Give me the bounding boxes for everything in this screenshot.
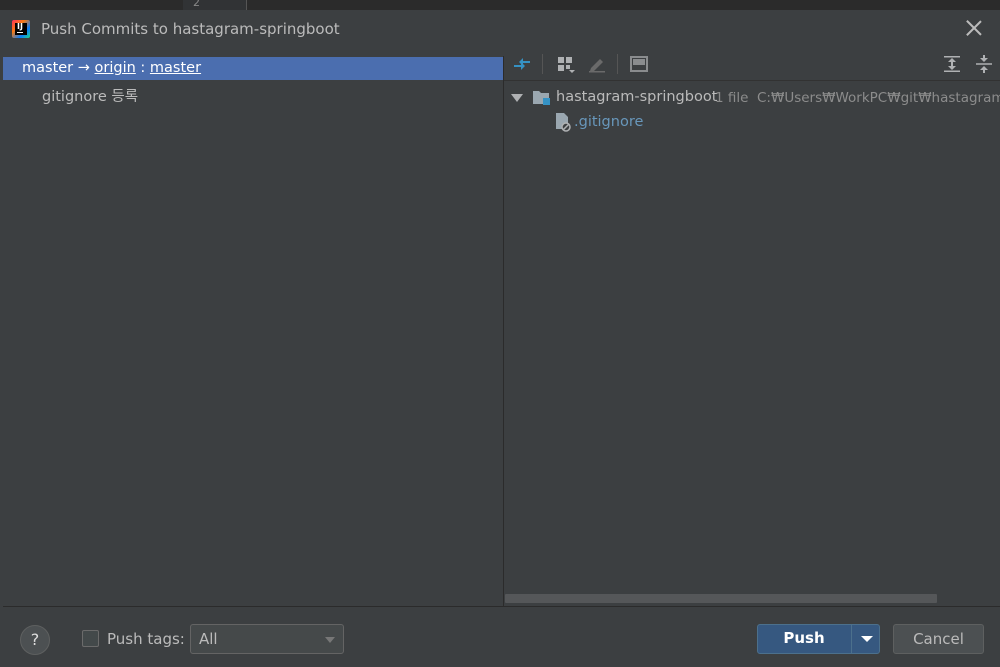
group-by-icon[interactable]: [556, 55, 576, 73]
module-path: C:₩Users₩WorkPC₩git₩hastagram-s: [757, 90, 1000, 106]
push-tags-checkbox[interactable]: [82, 630, 99, 647]
module-name: hastagram-springboot: [556, 89, 718, 105]
expand-all-icon[interactable]: [942, 55, 962, 73]
preview-diff-icon[interactable]: [629, 55, 649, 73]
horizontal-scrollbar[interactable]: [505, 594, 937, 603]
push-options-dropdown-icon[interactable]: [861, 636, 873, 642]
collapse-all-icon[interactable]: [974, 55, 994, 73]
help-button[interactable]: ?: [20, 625, 50, 655]
file-count: 1 file: [715, 90, 749, 106]
arrow-glyph: →: [73, 60, 95, 76]
branch-mapping: master → origin : master: [22, 60, 201, 76]
push-button-label: Push: [783, 629, 825, 647]
expand-triangle-icon[interactable]: [510, 91, 524, 105]
commits-pane: master → origin : master gitignore 등록: [3, 56, 504, 606]
push-tags-select-value: All: [199, 630, 218, 648]
push-button[interactable]: Push: [757, 624, 880, 654]
push-tags-select[interactable]: All: [190, 624, 344, 654]
chevron-down-icon: [325, 637, 335, 643]
branch-separator: :: [135, 60, 150, 76]
changes-pane: hastagram-springboot 1 file C:₩Users₩Wor…: [504, 48, 1000, 606]
push-button-divider: [851, 625, 852, 653]
cancel-button[interactable]: Cancel: [893, 624, 984, 654]
changes-toolbar: [504, 48, 1000, 81]
dialog-title: Push Commits to hastagram-springboot: [41, 20, 340, 38]
gutter-line-number: 2: [193, 0, 200, 9]
close-icon[interactable]: [964, 18, 984, 38]
toolbar-separator: [617, 54, 618, 74]
commit-list-item[interactable]: gitignore 등록: [42, 85, 138, 106]
push-tags-label: Push tags:: [107, 630, 185, 648]
remote-branch-link[interactable]: master: [150, 60, 201, 76]
local-branch: master: [22, 60, 74, 76]
push-commits-dialog: IJ Push Commits to hastagram-springboot …: [3, 10, 1000, 667]
remote-link[interactable]: origin: [95, 60, 136, 76]
module-folder-icon: [533, 91, 550, 105]
toolbar-separator: [542, 54, 543, 74]
ignored-file-icon: [556, 113, 571, 132]
file-name: .gitignore: [574, 114, 644, 130]
dialog-titlebar: IJ Push Commits to hastagram-springboot: [3, 10, 1000, 48]
edit-pencil-icon[interactable]: [587, 55, 607, 73]
background-line-gutter: 2: [183, 0, 247, 10]
footer-divider: [3, 606, 1000, 607]
compare-arrows-icon[interactable]: [512, 55, 532, 73]
branch-row[interactable]: master → origin : master: [3, 57, 503, 80]
intellij-idea-icon: IJ: [12, 20, 30, 38]
background-editor-strip: [0, 0, 1000, 10]
